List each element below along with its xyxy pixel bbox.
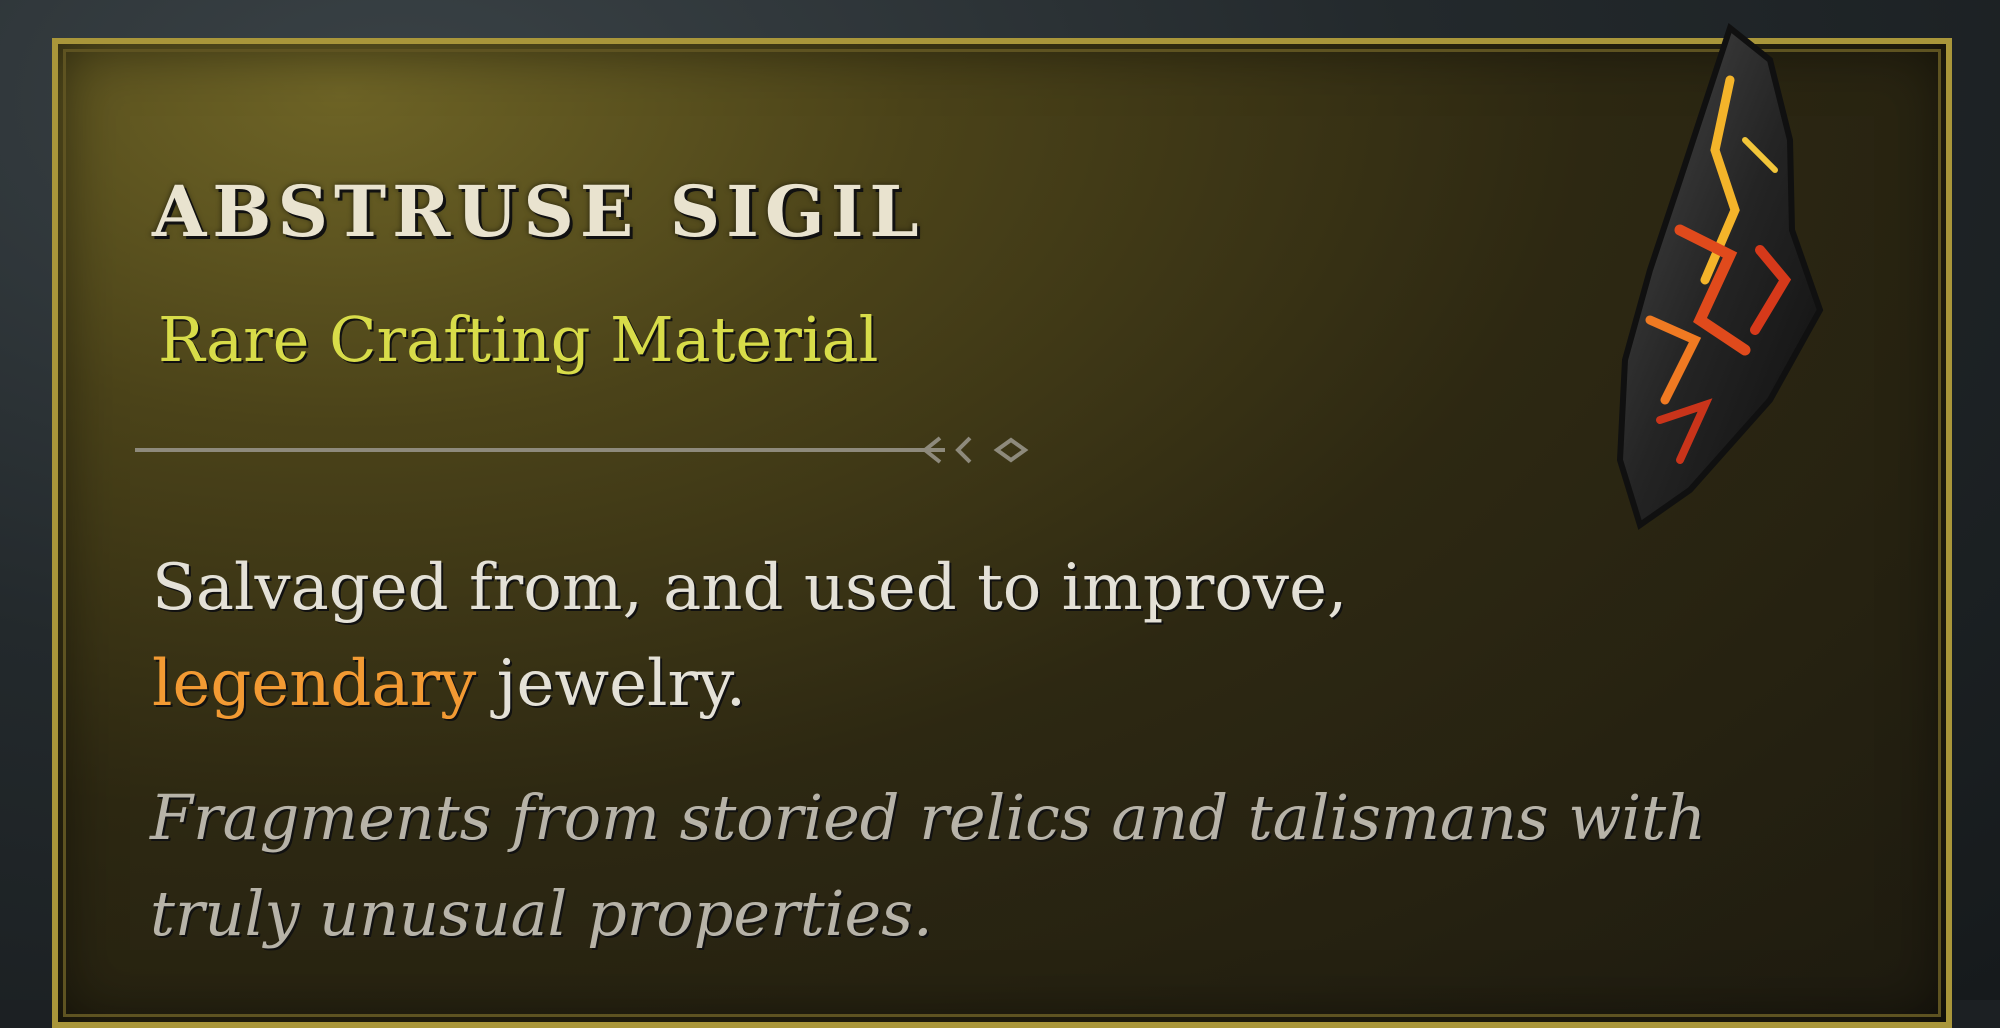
item-description: Salvaged from, and used to improve, legen… [152,540,1652,732]
item-flavor-text: Fragments from storied relics and talism… [150,781,1707,950]
description-text-1: Salvaged from, and used to improve, [152,551,1348,625]
sigil-shard-icon [1616,22,1824,530]
ornament-divider [135,436,1029,464]
item-title: ABSTRUSE SIGIL [152,170,925,253]
item-rarity-label: Rare Crafting Material [158,303,879,376]
description-text-2: jewelry. [476,647,747,721]
legendary-keyword: legendary [152,647,477,721]
tooltip-frame: ABSTRUSE SIGIL Rare Crafting Material Sa… [0,0,2000,1028]
